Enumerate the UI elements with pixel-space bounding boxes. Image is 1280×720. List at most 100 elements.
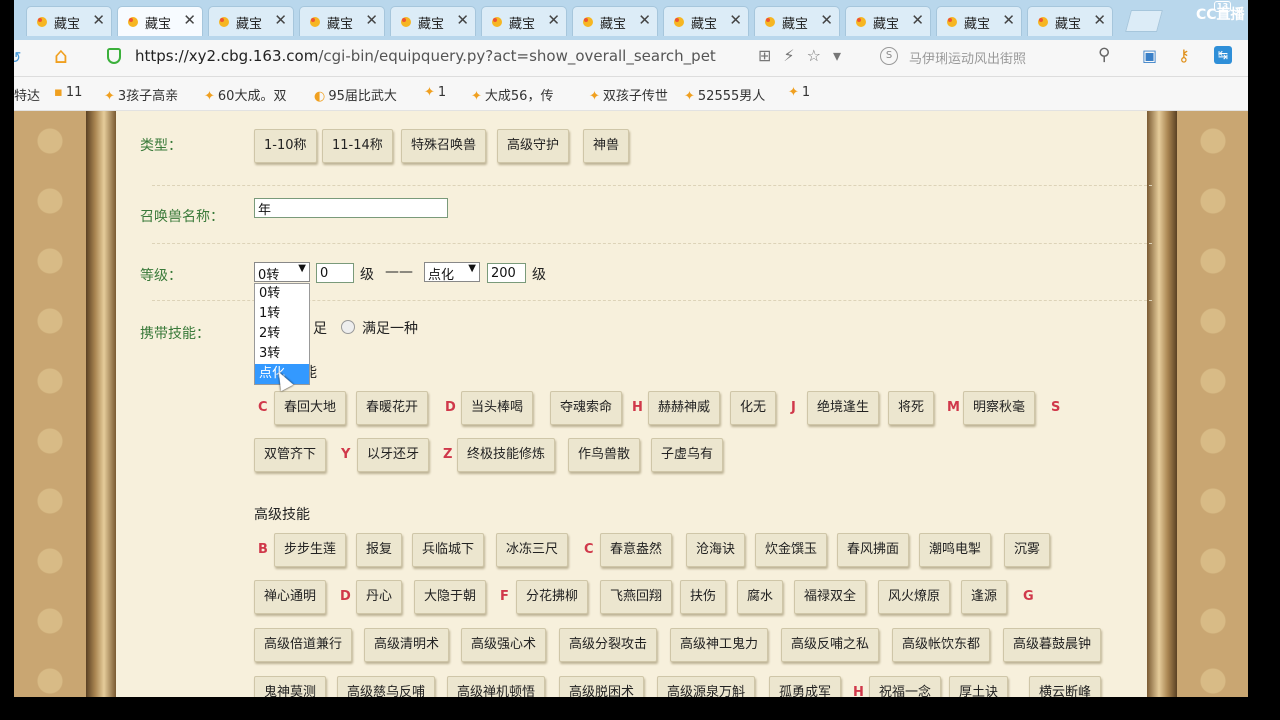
skill-button[interactable]: 绝境逢生 bbox=[807, 391, 880, 425]
browser-tab[interactable]: 藏宝 ✕ bbox=[390, 6, 476, 36]
close-icon[interactable]: ✕ bbox=[365, 11, 378, 29]
url-field[interactable]: https://xy2.cbg.163.com/cgi-bin/equipque… bbox=[135, 47, 716, 65]
skill-button[interactable]: 福禄双全 bbox=[794, 580, 867, 614]
close-icon[interactable]: ✕ bbox=[911, 11, 924, 29]
browser-tab[interactable]: 藏宝 ✕ bbox=[936, 6, 1022, 36]
skill-button[interactable]: 报复 bbox=[356, 533, 403, 567]
browser-tab[interactable]: 藏宝 ✕ bbox=[481, 6, 567, 36]
skill-button[interactable]: 春风拂面 bbox=[837, 533, 910, 567]
skill-button[interactable]: 炊金馔玉 bbox=[755, 533, 828, 567]
browser-tab[interactable]: 藏宝 ✕ bbox=[117, 6, 203, 36]
search-suggestion[interactable]: 马伊琍运动风出街照 bbox=[909, 48, 1026, 67]
skill-button[interactable]: 禅心通明 bbox=[254, 580, 327, 614]
pet-name-input[interactable] bbox=[254, 198, 448, 218]
skill-button[interactable]: 潮鸣电掣 bbox=[919, 533, 992, 567]
skill-button[interactable]: 沉雾 bbox=[1004, 533, 1051, 567]
skill-button[interactable]: 大隐于朝 bbox=[414, 580, 487, 614]
browser-tab[interactable]: 藏宝 ✕ bbox=[754, 6, 840, 36]
bookmark-item[interactable]: ✦ 60大成。双 bbox=[204, 85, 286, 104]
close-icon[interactable]: ✕ bbox=[1002, 11, 1015, 29]
skill-button[interactable]: 扶伤 bbox=[680, 580, 727, 614]
skill-button[interactable]: 分花拂柳 bbox=[516, 580, 589, 614]
skill-button[interactable]: 逢源 bbox=[961, 580, 1008, 614]
back-icon[interactable]: ↺ bbox=[14, 48, 21, 67]
skill-button[interactable]: 化无 bbox=[730, 391, 777, 425]
dropdown-option[interactable]: 3转 bbox=[255, 344, 309, 364]
bookmark-item[interactable]: ✦ 1 bbox=[424, 85, 446, 100]
skill-button[interactable]: 高级分裂攻击 bbox=[559, 628, 658, 662]
close-icon[interactable]: ✕ bbox=[820, 11, 833, 29]
close-icon[interactable]: ✕ bbox=[1093, 11, 1106, 29]
dropdown-option[interactable]: 2转 bbox=[255, 324, 309, 344]
skill-button[interactable]: 祝福一念 bbox=[869, 676, 942, 697]
browser-tab[interactable]: 藏宝 ✕ bbox=[208, 6, 294, 36]
skill-button[interactable]: 冰冻三尺 bbox=[496, 533, 569, 567]
close-icon[interactable]: ✕ bbox=[547, 11, 560, 29]
search-icon[interactable]: ⚲ bbox=[1098, 45, 1110, 65]
skill-button[interactable]: 高级帐饮东都 bbox=[892, 628, 991, 662]
skill-button[interactable]: 高级强心术 bbox=[461, 628, 547, 662]
skill-button[interactable]: 春回大地 bbox=[274, 391, 347, 425]
close-icon[interactable]: ✕ bbox=[183, 11, 196, 29]
close-icon[interactable]: ✕ bbox=[92, 11, 105, 29]
close-icon[interactable]: ✕ bbox=[274, 11, 287, 29]
level-from-input[interactable] bbox=[316, 263, 354, 283]
skill-button[interactable]: 夺魂索命 bbox=[550, 391, 623, 425]
bookmark-item[interactable]: ✦ 大成56，传 bbox=[471, 85, 553, 104]
skill-button[interactable]: 春暖花开 bbox=[356, 391, 429, 425]
skill-button[interactable]: 横云断峰 bbox=[1029, 676, 1102, 697]
skill-button[interactable]: 作鸟兽散 bbox=[568, 438, 641, 472]
skill-button[interactable]: 鬼神莫测 bbox=[254, 676, 327, 697]
skill-button[interactable]: 当头棒喝 bbox=[461, 391, 534, 425]
bookmark-item[interactable]: ✦ 1 bbox=[788, 85, 810, 100]
skill-button[interactable]: 风火燎原 bbox=[878, 580, 951, 614]
skill-button[interactable]: 高级倍道兼行 bbox=[254, 628, 353, 662]
browser-tab[interactable]: 藏宝 ✕ bbox=[1027, 6, 1113, 36]
skill-button[interactable]: 高级暮鼓晨钟 bbox=[1003, 628, 1102, 662]
close-icon[interactable]: ✕ bbox=[638, 11, 651, 29]
extension-icon-1[interactable]: ▣ bbox=[1142, 46, 1157, 65]
skill-button[interactable]: 明察秋毫 bbox=[963, 391, 1036, 425]
bookmark-item[interactable]: ◐ 95届比武大 bbox=[314, 85, 397, 104]
skill-button[interactable]: 高级脱困术 bbox=[559, 676, 645, 697]
home-icon[interactable]: ⌂ bbox=[54, 44, 68, 69]
extension-icon-3[interactable]: ↹ bbox=[1214, 46, 1232, 64]
skill-button[interactable]: 以牙还牙 bbox=[357, 438, 430, 472]
close-icon[interactable]: ✕ bbox=[729, 11, 742, 29]
radio-any-one[interactable] bbox=[341, 320, 355, 334]
skill-button[interactable]: 腐水 bbox=[737, 580, 784, 614]
skill-button[interactable]: 高级慈乌反哺 bbox=[337, 676, 436, 697]
skill-button[interactable]: 春意盎然 bbox=[600, 533, 673, 567]
skill-button[interactable]: 高级反哺之私 bbox=[781, 628, 880, 662]
skill-button[interactable]: 将死 bbox=[888, 391, 935, 425]
new-tab-button[interactable] bbox=[1125, 10, 1163, 32]
browser-tab[interactable]: 藏宝 ✕ bbox=[663, 6, 749, 36]
skill-button[interactable]: 子虚乌有 bbox=[651, 438, 724, 472]
bookmark-item[interactable]: ▪ 11 bbox=[54, 85, 82, 100]
skill-button[interactable]: 兵临城下 bbox=[412, 533, 485, 567]
type-filter-button[interactable]: 1-10称 bbox=[254, 129, 317, 163]
bookmark-item[interactable]: 特达 bbox=[14, 85, 40, 104]
type-filter-button[interactable]: 高级守护 bbox=[497, 129, 570, 163]
skill-button[interactable]: 厚土诀 bbox=[949, 676, 1009, 697]
skill-button[interactable]: 双管齐下 bbox=[254, 438, 327, 472]
type-filter-button[interactable]: 11-14称 bbox=[322, 129, 393, 163]
bookmark-item[interactable]: ✦ 3孩子高亲 bbox=[104, 85, 178, 104]
type-filter-button[interactable]: 神兽 bbox=[583, 129, 630, 163]
skill-button[interactable]: 赫赫神威 bbox=[648, 391, 721, 425]
bookmark-item[interactable]: ✦ 双孩子传世 bbox=[589, 85, 668, 104]
dropdown-option[interactable]: 0转 bbox=[255, 284, 309, 304]
skill-button[interactable]: 步步生莲 bbox=[274, 533, 347, 567]
browser-tab[interactable]: 藏宝 ✕ bbox=[26, 6, 112, 36]
type-filter-button[interactable]: 特殊召唤兽 bbox=[401, 129, 487, 163]
search-engine-icon[interactable]: S bbox=[880, 47, 898, 65]
close-icon[interactable]: ✕ bbox=[456, 11, 469, 29]
skill-button[interactable]: 高级源泉万斛 bbox=[657, 676, 756, 697]
skill-button[interactable]: 高级神工鬼力 bbox=[670, 628, 769, 662]
skill-button[interactable]: 丹心 bbox=[356, 580, 403, 614]
skill-button[interactable]: 高级清明术 bbox=[364, 628, 450, 662]
dropdown-option[interactable]: 1转 bbox=[255, 304, 309, 324]
browser-tab[interactable]: 藏宝 ✕ bbox=[845, 6, 931, 36]
level-to-input[interactable] bbox=[487, 263, 526, 283]
toolbar-icons[interactable]: ⊞⚡☆▾ bbox=[758, 46, 853, 65]
